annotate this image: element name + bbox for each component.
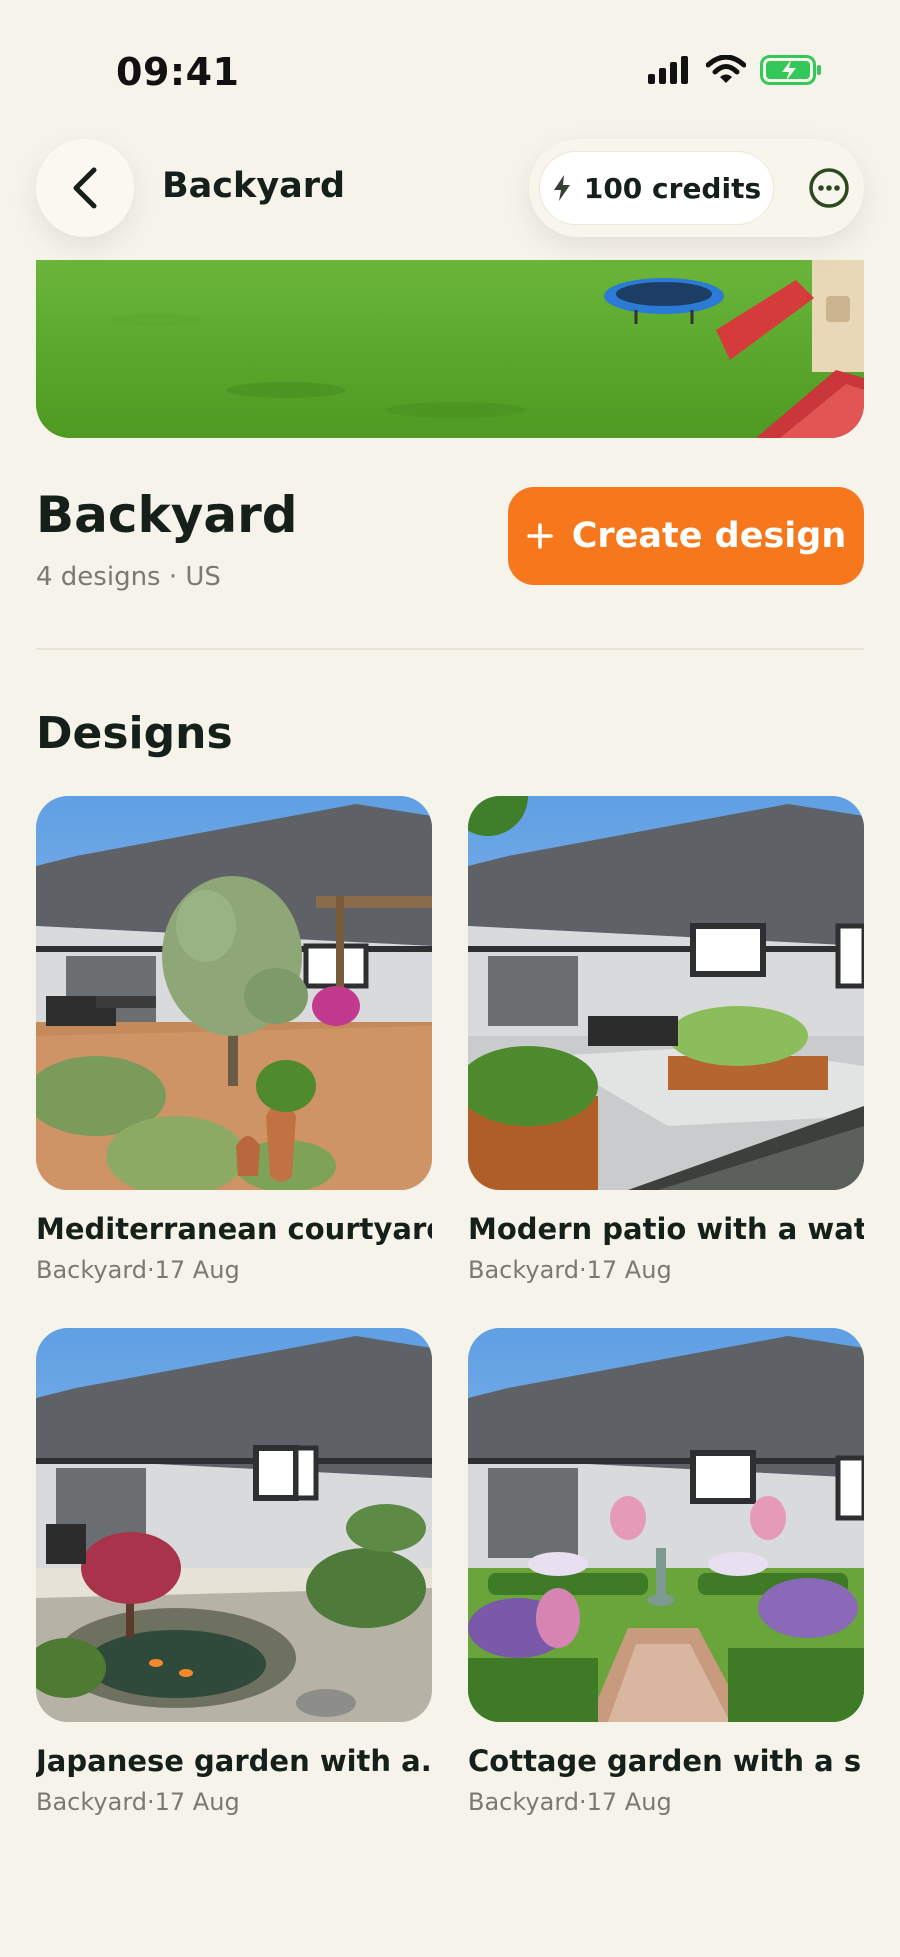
design-location: Backyard: [36, 1256, 147, 1284]
design-card[interactable]: Modern patio with a wat... Backyard·17 A…: [468, 796, 864, 1284]
divider: [36, 648, 864, 650]
design-title: Cottage garden with a s...: [468, 1744, 864, 1778]
chevron-left-icon: [73, 167, 97, 209]
design-meta: Backyard·17 Aug: [468, 1256, 864, 1284]
create-design-button[interactable]: Create design: [508, 487, 864, 585]
design-card[interactable]: Cottage garden with a s... Backyard·17 A…: [468, 1328, 864, 1816]
more-horizontal-circle-icon: [809, 168, 849, 208]
cellular-signal-icon: [648, 56, 688, 84]
meta-separator: ·: [579, 1788, 587, 1816]
design-thumbnail-modern-patio: [468, 796, 864, 1190]
design-meta: Backyard·17 Aug: [36, 1256, 432, 1284]
plus-icon: [526, 523, 553, 549]
design-date: 17 Aug: [586, 1256, 672, 1284]
design-location: Backyard: [36, 1788, 147, 1816]
project-meta: 4 designs · US: [36, 562, 221, 592]
design-meta: Backyard·17 Aug: [468, 1788, 864, 1816]
design-location: Backyard: [468, 1788, 579, 1816]
meta-separator: ·: [147, 1256, 155, 1284]
wifi-icon: [706, 55, 746, 83]
meta-separator: ·: [168, 562, 178, 592]
design-card[interactable]: Mediterranean courtyard Backyard·17 Aug: [36, 796, 432, 1284]
design-title: Modern patio with a wat...: [468, 1212, 864, 1246]
create-design-label: Create design: [571, 516, 847, 556]
designs-section-title: Designs: [36, 708, 233, 759]
designs-count: 4 designs: [36, 562, 161, 592]
status-bar: 09:41: [0, 0, 900, 140]
meta-separator: ·: [147, 1788, 155, 1816]
meta-separator: ·: [579, 1256, 587, 1284]
credits-button[interactable]: 100 credits: [539, 151, 774, 225]
credits-label: 100 credits: [583, 171, 762, 205]
design-thumbnail-japanese-garden: [36, 1328, 432, 1722]
design-card[interactable]: Japanese garden with a... Backyard·17 Au…: [36, 1328, 432, 1816]
project-title: Backyard: [36, 486, 298, 544]
design-thumbnail-mediterranean: [36, 796, 432, 1190]
project-cover-image: [36, 260, 864, 438]
design-date: 17 Aug: [154, 1788, 240, 1816]
design-date: 17 Aug: [586, 1788, 672, 1816]
back-button[interactable]: [36, 139, 134, 237]
lightning-bolt-icon: [553, 175, 570, 201]
design-title: Japanese garden with a...: [36, 1744, 432, 1778]
design-thumbnail-cottage-garden: [468, 1328, 864, 1722]
header-actions: 100 credits: [529, 139, 864, 237]
header-title: Backyard: [162, 166, 346, 206]
status-icons: [648, 55, 822, 85]
design-date: 17 Aug: [154, 1256, 240, 1284]
design-location: Backyard: [468, 1256, 579, 1284]
design-meta: Backyard·17 Aug: [36, 1788, 432, 1816]
project-region: US: [185, 562, 221, 592]
design-title: Mediterranean courtyard: [36, 1212, 432, 1246]
status-time: 09:41: [116, 50, 240, 94]
more-options-button[interactable]: [806, 165, 852, 211]
battery-charging-icon: [760, 55, 821, 85]
